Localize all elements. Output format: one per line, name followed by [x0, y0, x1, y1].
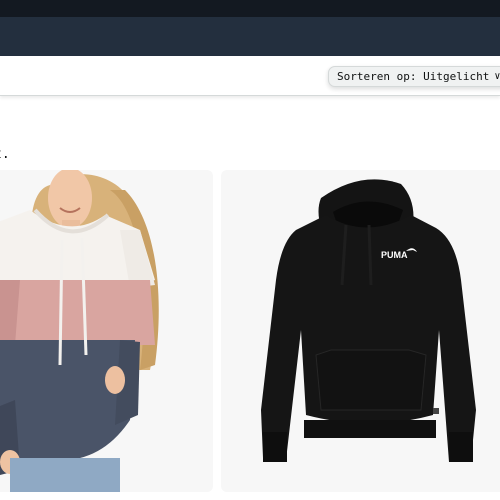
chevron-down-icon: ∨ — [494, 71, 500, 82]
sort-label: Sorteren op: — [337, 70, 417, 83]
product-card-colorblock-hoodie[interactable] — [0, 170, 213, 492]
puma-logo-text: PUMA — [381, 250, 408, 260]
sort-dropdown[interactable]: Sorteren op: Uitgelicht ∨ — [328, 66, 500, 87]
secondary-navigation-bar — [0, 17, 500, 56]
results-info-text: t. — [0, 147, 10, 162]
sort-value: Uitgelicht — [423, 70, 490, 83]
product-image-puma-hoodie[interactable]: PUMA — [221, 170, 500, 492]
product-card-puma-hoodie[interactable]: PUMA — [221, 170, 500, 492]
product-image-colorblock-hoodie[interactable] — [0, 170, 213, 492]
top-navigation-bar — [0, 0, 500, 17]
